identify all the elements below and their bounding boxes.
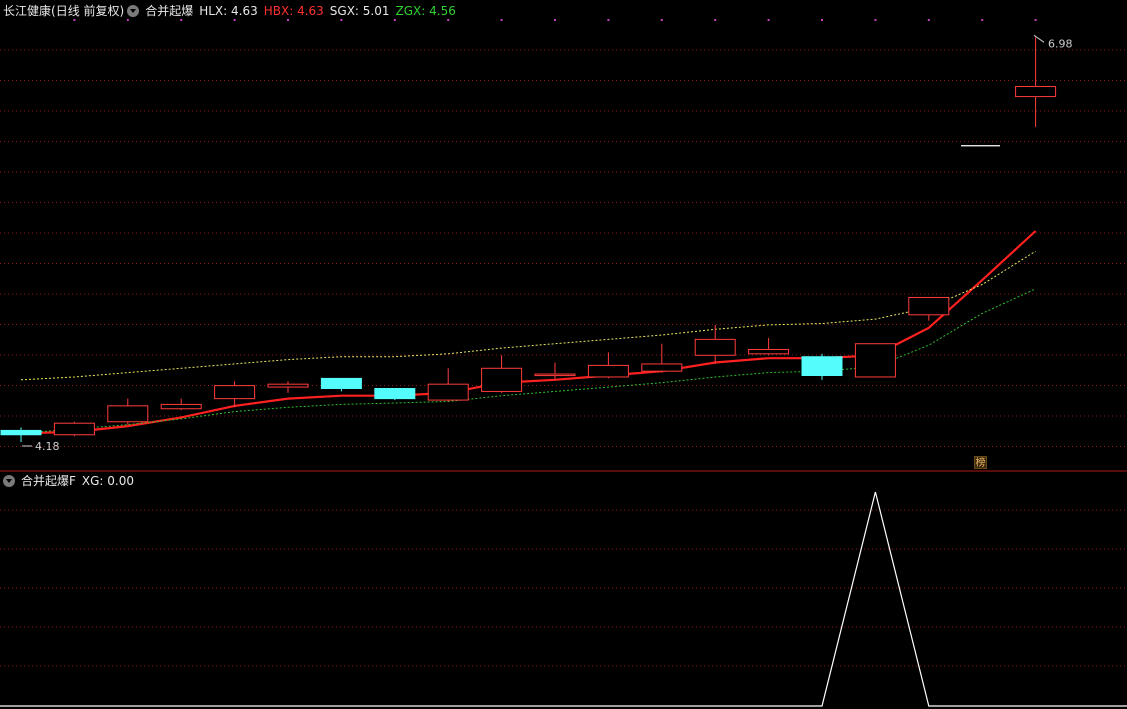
top-marker-dot [714,19,717,21]
hbx-value: HBX: 4.63 [263,4,324,18]
candle-body-up [267,383,309,388]
candle-body-up [908,296,950,316]
xg-value: XG: 0.00 [81,474,135,488]
top-marker-dot [500,19,503,21]
kline-chart[interactable]: 6.98 4.18 [0,0,1127,709]
candle-body-up [641,363,683,372]
indicator-name[interactable]: 合并起爆 [145,4,193,18]
candle-body-up [427,383,469,401]
candle-body-up [748,348,790,355]
candle-body-down [801,356,843,377]
zgx-value: ZGX: 4.56 [395,4,456,18]
top-marker-dot [607,19,610,21]
top-marker-dot [927,19,930,21]
candle-body-up [481,367,523,392]
top-marker-dot [180,19,183,21]
top-marker-dot [73,19,76,21]
sub-pane-xg [0,491,1127,707]
candle-body-up [214,385,256,400]
sub-indicator-name[interactable]: 合并起爆F [21,474,76,488]
min-price-label: 4.18 [35,440,60,453]
top-marker-dot [821,19,823,21]
top-marker-dot [340,19,343,21]
max-price-label: 6.98 [1048,37,1073,50]
top-marker-dot [447,19,450,21]
hlx-value: HLX: 4.63 [199,4,258,18]
top-marker-dot [660,19,663,21]
top-marker-dot [287,19,289,21]
period-label[interactable]: (日线 前复权) [51,4,124,18]
top-marker-dot [981,19,984,21]
candle-body-up [53,422,95,436]
candle-body-up [587,364,629,378]
indicator-lines [20,230,1037,435]
dropdown-icon[interactable] [3,475,15,487]
candle-body-down [320,377,362,390]
dropdown-icon[interactable] [127,5,140,17]
candle-body-up [1015,85,1057,98]
candle-body-down [374,388,416,400]
sgx-value: SGX: 5.01 [329,4,390,18]
candle-body-up [107,405,149,423]
price-marks: 6.98 4.18 [22,34,1073,453]
candle-body-up [694,338,736,356]
candle-body-down [0,429,42,436]
top-marker-dot [874,19,877,21]
rank-badge[interactable]: 榜 [974,456,987,469]
sub-header: 合并起爆F XG: 0.00 [0,474,140,488]
candle-body-up [160,403,202,410]
stock-name[interactable]: 长江健康 [3,4,51,18]
grid-lines [0,19,1127,667]
top-marker-dot [126,19,129,21]
top-marker-dot [767,19,770,21]
candle-body-up [854,343,896,378]
top-marker-dot [233,19,236,21]
main-header: 长江健康(日线 前复权) 合并起爆 HLX: 4.63 HBX: 4.63 SGX: 5… [3,4,462,18]
series-xg [0,491,1127,707]
candle-body-up [534,373,576,377]
top-marker-dot [1034,19,1037,21]
series-hlx [20,230,1037,435]
top-marker-dot [554,19,556,21]
top-marker-dot [393,19,396,21]
